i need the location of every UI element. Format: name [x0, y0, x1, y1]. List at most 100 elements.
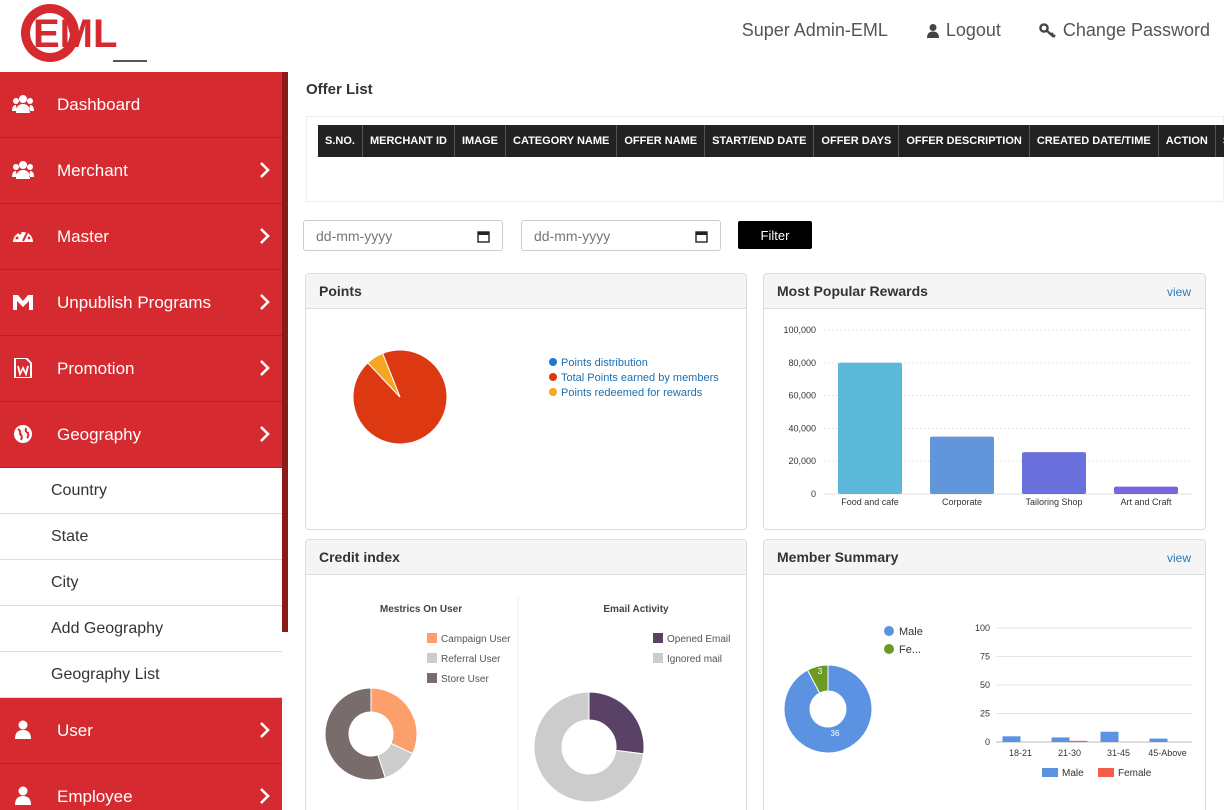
- col-merchant-id[interactable]: MERCHANT ID: [363, 125, 455, 157]
- y-tick-label: 0: [985, 737, 990, 747]
- sidebar-item-dashboard[interactable]: Dashboard: [0, 72, 282, 138]
- header: EML Super Admin-EML Logout Change Passwo…: [0, 0, 1224, 72]
- legend-label-total-points-earned-by-members: Total Points earned by members: [561, 372, 719, 384]
- y-tick-label: 20,000: [788, 456, 816, 466]
- col-offer-name[interactable]: OFFER NAME: [617, 125, 706, 157]
- legend-label-ignored-mail: Ignored mail: [667, 654, 722, 665]
- rewards-card: Most Popular Rewards view 0 20,000 40,000 6…: [763, 273, 1206, 530]
- offer-table-header: S.NO. MERCHANT ID IMAGE CATEGORY NAME OF…: [318, 125, 1224, 157]
- y-tick-label: 100,000: [783, 325, 816, 335]
- x-tick-label-corporate: Corporate: [942, 497, 982, 507]
- from-date-input[interactable]: dd-mm-yyyy: [303, 220, 503, 251]
- sidebar-item-promotion[interactable]: Promotion: [0, 336, 282, 402]
- credit-index-charts: Mestrics On User Email Activity Campaign U…: [324, 597, 730, 810]
- bar-corporate: [930, 436, 994, 494]
- logout-link[interactable]: Logout: [926, 20, 1001, 41]
- rewards-view-link[interactable]: view: [1167, 285, 1191, 299]
- sidebar-item-master[interactable]: Master: [0, 204, 282, 270]
- sidebar-subitem-add-geography[interactable]: Add Geography: [0, 606, 282, 652]
- sidebar-item-user[interactable]: User: [0, 698, 282, 764]
- col-offer-description[interactable]: OFFER DESCRIPTION: [899, 125, 1030, 157]
- sidebar-subitem-geography-list[interactable]: Geography List: [0, 652, 282, 698]
- legend-swatch-campaign-user: [427, 633, 437, 643]
- sidebar-item-geography[interactable]: Geography: [0, 402, 282, 468]
- chevron-right-icon: [260, 360, 270, 376]
- chevron-right-icon: [260, 722, 270, 738]
- bar-male-45-above: [1149, 738, 1168, 742]
- x-tick-label-art-and-craft: Art and Craft: [1120, 497, 1172, 507]
- y-tick-label: 25: [980, 709, 990, 719]
- user-icon: [15, 720, 31, 739]
- legend-label-points-distribution: Points distribution: [561, 357, 648, 369]
- member-summary-view-link[interactable]: view: [1167, 551, 1191, 565]
- legend-swatch-referral-user: [427, 653, 437, 663]
- x-tick-label-31-45: 31-45: [1107, 748, 1130, 758]
- credit-index-card: Credit index Mestrics On User Email Activ…: [305, 539, 747, 810]
- users-icon: [12, 95, 34, 113]
- sidebar: Dashboard Merchant Master Unpublish Prog…: [0, 72, 282, 810]
- user-icon: [926, 23, 939, 38]
- bar-male-31-45: [1100, 731, 1119, 742]
- chevron-right-icon: [260, 228, 270, 244]
- col-category-name[interactable]: CATEGORY NAME: [506, 125, 618, 157]
- x-tick-label-45-above: 45-Above: [1148, 748, 1187, 758]
- sidebar-item-employee[interactable]: Employee: [0, 764, 282, 810]
- x-tick-label-21-30: 21-30: [1058, 748, 1081, 758]
- x-tick-label-18-21: 18-21: [1009, 748, 1032, 758]
- legend-label-store-user: Store User: [441, 674, 489, 685]
- y-tick-label: 50: [980, 680, 990, 690]
- sidebar-item-unpublish-programs[interactable]: Unpublish Programs: [0, 270, 282, 336]
- points-title: Points: [319, 283, 362, 299]
- legend-dot-points-redeemed-for-rewards: [549, 388, 557, 396]
- sidebar-item-merchant[interactable]: Merchant: [0, 138, 282, 204]
- change-password-link[interactable]: Change Password: [1039, 20, 1210, 41]
- col-created-date-time[interactable]: CREATED DATE/TIME: [1030, 125, 1159, 157]
- bar-male-21-30: [1051, 737, 1070, 742]
- sidebar-subitem-city[interactable]: City: [0, 560, 282, 606]
- member-summary-charts: 36 3 Male Fe... 0 25 50 75 100 18-21 21-30 31-45 45-…: [783, 623, 1192, 779]
- y-tick-label: 40,000: [788, 423, 816, 433]
- subtitle-metrics-on-user: Mestrics On User: [380, 604, 462, 615]
- legend-label-male: Male: [1062, 768, 1084, 779]
- col-action[interactable]: ACTION: [1159, 125, 1216, 157]
- bar-food-and-cafe: [838, 362, 902, 494]
- user-icon: [15, 786, 31, 805]
- y-tick-label: 100: [975, 623, 990, 633]
- page-title: Offer List: [306, 81, 373, 98]
- word-file-icon: [14, 358, 32, 378]
- eml-logo[interactable]: EML: [18, 2, 150, 66]
- col-status[interactable]: STATUS: [1216, 125, 1224, 157]
- legend-label-campaign-user: Campaign User: [441, 634, 511, 645]
- to-date-input[interactable]: dd-mm-yyyy: [521, 220, 721, 251]
- legend-swatch-male: [1042, 768, 1058, 777]
- legend-label-female: Female: [1118, 768, 1152, 779]
- col-offer-days[interactable]: OFFER DAYS: [814, 125, 900, 157]
- member-summary-title: Member Summary: [777, 549, 899, 565]
- sidebar-subitem-state[interactable]: State: [0, 514, 282, 560]
- sidebar-scrollbar[interactable]: [282, 72, 288, 632]
- globe-icon: [14, 425, 32, 443]
- user-name-link[interactable]: Super Admin-EML: [742, 20, 888, 41]
- col-start-end-date[interactable]: START/END DATE: [705, 125, 815, 157]
- y-tick-label: 80,000: [788, 358, 816, 368]
- points-pie-chart: 94.0% Points distribution Total Points ear…: [352, 349, 719, 456]
- chevron-right-icon: [260, 294, 270, 310]
- legend-swatch-ignored-mail: [653, 653, 663, 663]
- filter-button[interactable]: Filter: [738, 221, 812, 249]
- key-icon: [1039, 22, 1056, 38]
- legend-label-fe: Fe...: [899, 644, 921, 656]
- y-tick-label: 0: [811, 489, 816, 499]
- calendar-icon[interactable]: [477, 230, 490, 243]
- col-image[interactable]: IMAGE: [455, 125, 507, 157]
- calendar-icon[interactable]: [695, 230, 708, 243]
- bar-male-18-21: [1002, 736, 1021, 742]
- x-tick-label-food-and-cafe: Food and cafe: [841, 497, 899, 507]
- chevron-right-icon: [260, 788, 270, 804]
- main-content: Offer List S.NO. MERCHANT ID IMAGE CATEG…: [290, 72, 1224, 810]
- legend-label-referral-user: Referral User: [441, 654, 501, 665]
- sidebar-subitem-country[interactable]: Country: [0, 468, 282, 514]
- bar-art-and-craft: [1114, 486, 1178, 494]
- col-sno[interactable]: S.NO.: [318, 125, 363, 157]
- legend-dot-male: [884, 626, 894, 636]
- bar-tailoring-shop: [1022, 452, 1086, 494]
